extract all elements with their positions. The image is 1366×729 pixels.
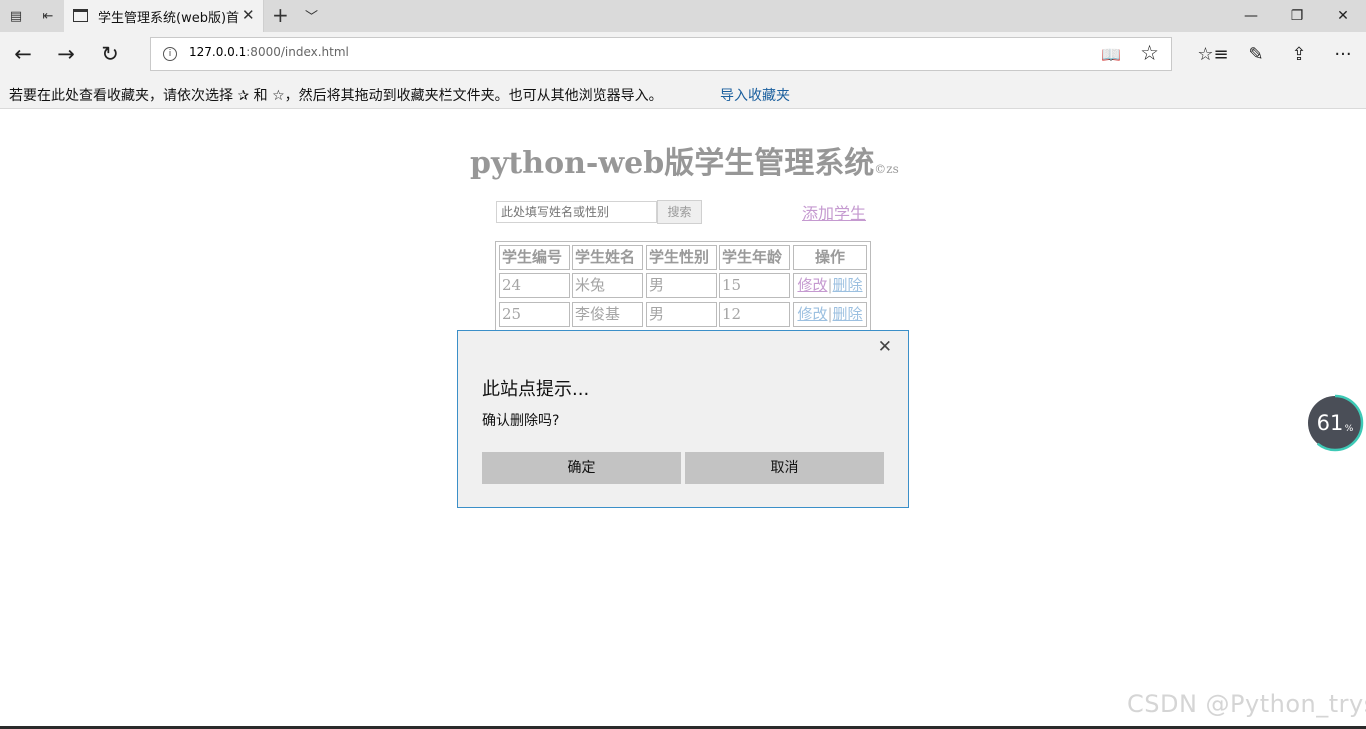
active-tab[interactable]: 学生管理系统(web版)首 ✕ <box>64 0 264 32</box>
watermark: CSDN @Python_trys <box>1127 690 1366 718</box>
favorites-hub-icon[interactable]: ☆≡ <box>1197 39 1229 69</box>
table-cell-id: 25 <box>499 302 570 327</box>
edit-link[interactable]: 修改 <box>797 276 827 294</box>
header-actions: 操作 <box>793 245 867 270</box>
table-cell-gender: 男 <box>646 302 717 327</box>
table-cell-gender: 男 <box>646 273 717 298</box>
new-tab-icon[interactable]: + <box>272 3 289 27</box>
close-tab-icon[interactable]: ✕ <box>242 6 255 24</box>
tab-preview-icon[interactable]: ▤ <box>0 0 32 32</box>
reading-view-icon[interactable]: 📖 <box>1101 45 1121 64</box>
table-cell-age: 12 <box>719 302 790 327</box>
ok-button[interactable]: 确定 <box>482 452 681 484</box>
dialog-close-icon[interactable]: ✕ <box>878 337 892 357</box>
tab-title: 学生管理系统(web版)首 <box>98 11 240 26</box>
meter-value: 61 <box>1317 411 1344 435</box>
table-cell-name: 李俊基 <box>572 302 643 327</box>
table-cell-name: 米兔 <box>572 273 643 298</box>
add-student-link[interactable]: 添加学生 <box>802 200 866 224</box>
table-cell-id: 24 <box>499 273 570 298</box>
edit-link[interactable]: 修改 <box>797 305 827 323</box>
dialog-title: 此站点提示... <box>482 379 590 400</box>
search-button[interactable]: 搜索 <box>657 200 702 224</box>
chevron-down-icon[interactable]: ﹀ <box>305 6 318 25</box>
students-table: 学生编号 学生姓名 学生性别 学生年龄 操作 24 米兔 男 15 修改|删除 … <box>495 241 871 331</box>
restore-icon[interactable]: ❐ <box>1274 0 1320 32</box>
memory-meter-widget[interactable]: 61 % <box>1305 392 1365 454</box>
delete-link[interactable]: 删除 <box>833 305 863 323</box>
more-icon[interactable]: ··· <box>1327 39 1359 69</box>
table-cell-actions: 修改|删除 <box>793 302 867 327</box>
title-suffix: ©zs <box>874 162 899 176</box>
import-favorites-link[interactable]: 导入收藏夹 <box>720 85 790 105</box>
set-aside-tabs-icon[interactable]: ⇤ <box>32 0 64 32</box>
page-title: python-web版学生管理系统©zs <box>470 146 899 181</box>
back-icon[interactable]: ← <box>8 40 38 68</box>
dialog-message: 确认删除吗? <box>482 413 560 429</box>
info-icon[interactable]: i <box>163 47 177 61</box>
favorites-hint: 若要在此处查看收藏夹，请依次选择 ✰ 和 ☆，然后将其拖动到收藏夹栏文件夹。也可… <box>9 88 663 104</box>
confirm-dialog: ✕ 此站点提示... 确认删除吗? 确定 取消 <box>457 330 909 508</box>
forward-icon[interactable]: → <box>51 40 81 68</box>
cancel-button[interactable]: 取消 <box>685 452 884 484</box>
pen-icon[interactable]: ✎ <box>1240 39 1272 69</box>
table-cell-actions: 修改|删除 <box>793 273 867 298</box>
refresh-icon[interactable]: ↻ <box>95 40 125 68</box>
share-icon[interactable]: ⇪ <box>1283 39 1315 69</box>
minimize-icon[interactable]: — <box>1228 0 1274 32</box>
favorites-bar: 若要在此处查看收藏夹，请依次选择 ✰ 和 ☆，然后将其拖动到收藏夹栏文件夹。也可… <box>0 76 1366 109</box>
header-student-name: 学生姓名 <box>572 245 643 270</box>
close-window-icon[interactable]: ✕ <box>1320 0 1366 32</box>
search-input[interactable] <box>496 201 657 223</box>
favorite-star-icon[interactable]: ☆ <box>1140 41 1159 65</box>
meter-unit: % <box>1345 424 1354 434</box>
tab-bar: ▤ ⇤ 学生管理系统(web版)首 ✕ + ﹀ — ❐ ✕ <box>0 0 1366 32</box>
delete-link[interactable]: 删除 <box>833 276 863 294</box>
page-icon <box>73 9 88 22</box>
url-text[interactable]: 127.0.0.1:8000/index.html <box>189 45 349 59</box>
address-bar[interactable]: i 127.0.0.1:8000/index.html 📖 ☆ <box>150 37 1172 71</box>
table-cell-age: 15 <box>719 273 790 298</box>
header-student-gender: 学生性别 <box>646 245 717 270</box>
navigation-bar: ← → ↻ i 127.0.0.1:8000/index.html 📖 ☆ ☆≡… <box>0 32 1366 76</box>
header-student-id: 学生编号 <box>499 245 570 270</box>
header-student-age: 学生年龄 <box>719 245 790 270</box>
